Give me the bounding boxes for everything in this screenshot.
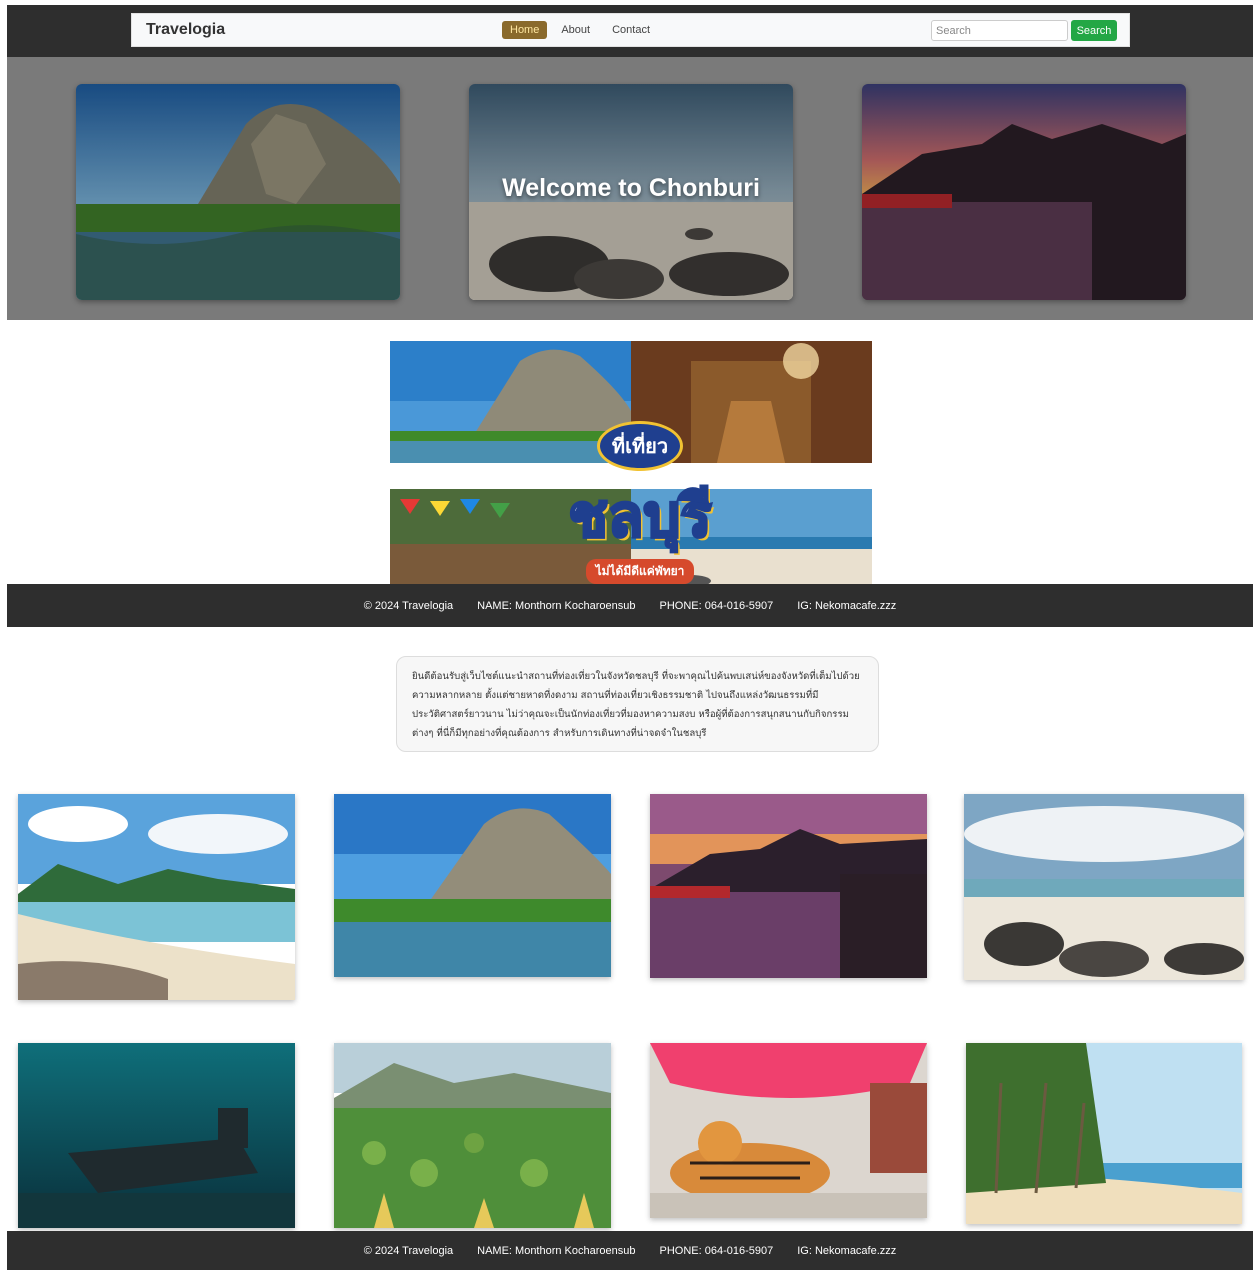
hero-card-floating-market[interactable] xyxy=(862,84,1186,300)
tiger-zoo-image xyxy=(650,1043,927,1218)
floating-market-gallery-image xyxy=(650,794,927,978)
nav-links: Home About Contact xyxy=(502,21,658,39)
hero-section: Welcome to Chonburi xyxy=(7,57,1253,320)
hero-card-buddha-mountain[interactable] xyxy=(76,84,400,300)
gallery-image-buddha-mountain[interactable] xyxy=(334,794,611,977)
rocky-beach-gallery-image xyxy=(964,794,1244,980)
navbar: Travelogia Home About Contact Search xyxy=(131,13,1130,47)
samaesan-beach-image xyxy=(18,794,295,1000)
gallery-image-samaesan-beach[interactable] xyxy=(18,794,295,1000)
banner-tag-text: ไม่ได้มีดีแค่พัทยา xyxy=(585,559,695,584)
gallery-image-nong-nooch-garden[interactable] xyxy=(334,1043,611,1228)
nong-nooch-garden-image xyxy=(334,1043,611,1228)
chonburi-banner: ที่เที่ยว ชลบุรี ไม่ได้มีดีแค่พัทยา xyxy=(390,341,872,584)
intro-text-box: ยินดีต้อนรับสู่เว็บไซต์แนะนำสถานที่ท่องเ… xyxy=(396,656,879,752)
buddha-mountain-gallery-image xyxy=(334,794,611,977)
banner-title: ที่เที่ยว ชลบุรี ไม่ได้มีดีแค่พัทยา xyxy=(530,421,750,584)
nav-link-home[interactable]: Home xyxy=(502,21,548,39)
gallery-image-palm-beach[interactable] xyxy=(966,1043,1242,1224)
banner-big-text: ชลบุรี xyxy=(567,481,713,552)
footer-top: © 2024 Travelogia NAME: Monthorn Kocharo… xyxy=(7,584,1253,627)
gallery-image-tiger-zoo[interactable] xyxy=(650,1043,927,1218)
hero-card-overlay xyxy=(862,84,1186,300)
hero-card-rocky-beach[interactable]: Welcome to Chonburi xyxy=(469,84,793,300)
footer-copyright: © 2024 Travelogia xyxy=(363,1244,454,1257)
nav-link-about[interactable]: About xyxy=(553,21,598,39)
footer-ig[interactable]: IG: Nekomacafe.zzz xyxy=(797,600,896,612)
footer-phone: PHONE: 064-016-5907 xyxy=(659,599,774,612)
hero-card-overlay xyxy=(76,84,400,300)
underwater-shipwreck-image xyxy=(18,1043,295,1228)
palm-beach-image xyxy=(966,1043,1242,1224)
intro-text: ยินดีต้อนรับสู่เว็บไซต์แนะนำสถานที่ท่องเ… xyxy=(412,671,860,739)
gallery-image-rocky-beach[interactable] xyxy=(964,794,1244,980)
footer-copyright: © 2024 Travelogia xyxy=(363,599,454,612)
gallery-image-floating-market[interactable] xyxy=(650,794,927,978)
footer-ig[interactable]: IG: Nekomacafe.zzz xyxy=(797,1245,896,1257)
brand-logo[interactable]: Travelogia xyxy=(146,21,225,39)
footer-name: NAME: Monthorn Kocharoensub xyxy=(477,599,636,612)
footer-phone: PHONE: 064-016-5907 xyxy=(659,1244,774,1257)
gallery-image-underwater-shipwreck[interactable] xyxy=(18,1043,295,1228)
search-button[interactable]: Search xyxy=(1071,20,1117,41)
banner-small-text: ที่เที่ยว xyxy=(596,421,684,471)
search-input[interactable] xyxy=(931,20,1068,41)
footer-name: NAME: Monthorn Kocharoensub xyxy=(477,1244,636,1257)
nav-link-contact[interactable]: Contact xyxy=(604,21,658,39)
footer-bottom: © 2024 Travelogia NAME: Monthorn Kocharo… xyxy=(7,1231,1253,1270)
hero-title: Welcome to Chonburi xyxy=(502,174,760,202)
